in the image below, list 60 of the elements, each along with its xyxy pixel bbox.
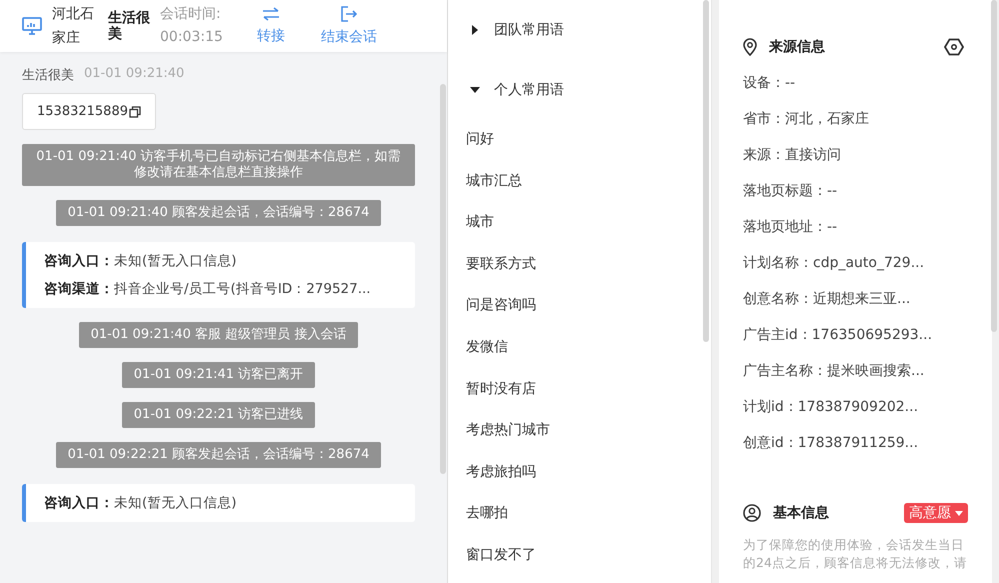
phrase-item[interactable]: 考虑旅拍吗 [466,452,693,494]
system-notice: 01-01 09:22:21 访客已进线 [122,402,316,428]
info-value: 未知(暂无入口信息) [114,495,237,511]
notice-text: 为了保障您的使用体验，会话发生当日的24点之后，顾客信息将无法修改，请 [743,536,968,572]
caret-icon [955,510,963,516]
exit-icon [340,6,357,22]
phrase-item[interactable]: 要联系方式 [466,244,693,286]
system-notice: 01-01 09:21:41 访客已离开 [122,362,316,388]
system-notice: 01-01 09:21:40 客服 超级管理员 接入会话 [78,322,358,348]
phrase-item[interactable]: 城市 [466,202,693,244]
source-field: 计划id：178387909202... [743,396,968,432]
info-label: 咨询入口： [44,253,114,269]
session-time-label: 会话时间: [160,5,222,24]
settings-icon[interactable] [944,38,964,56]
source-field: 来源：直接访问 [743,144,968,180]
user-icon [743,504,761,522]
phrase-item[interactable]: 发微信 [466,326,693,369]
source-field: 落地页地址：-- [743,216,968,252]
section-title: 基本信息 [773,504,829,522]
phrase-item[interactable]: 城市汇总 [466,160,693,202]
visitor-location: 河北石家庄 [52,5,94,48]
caret-icon [470,84,480,94]
source-field: 创意id：178387911259... [743,432,968,468]
intent-tag[interactable]: 高意愿 [904,503,968,523]
phrase-item[interactable]: 窗口发不了 [466,534,693,577]
system-notice: 01-01 09:22:21 顾客发起会话，会话编号：28674 [56,442,382,468]
section-title: 来源信息 [769,38,825,56]
system-notice: 01-01 09:21:40 顾客发起会话，会话编号：28674 [56,200,382,226]
source-field: 落地页标题：-- [743,180,968,216]
scrollbar[interactable] [991,0,997,332]
monitor-icon [22,17,42,35]
message-time: 01-01 09:21:40 [84,66,184,83]
phrase-item[interactable]: 考虑热门城市 [466,410,693,452]
system-notice: 01-01 09:21:40 访客手机号已自动标记右侧基本信息栏，如需修改请在基本信息栏直接操作 [22,144,415,186]
copy-icon[interactable] [128,106,141,118]
phrase-item[interactable]: 问是咨询吗 [466,285,693,327]
phrase-item[interactable]: 暂时没有店 [466,368,693,410]
info-value: 抖音企业号/员工号(抖音号ID：279527... [114,281,371,297]
location-pin-icon [743,38,757,56]
phrase-item[interactable]: 问好 [466,119,693,161]
session-time-value: 00:03:15 [160,28,223,47]
caret-icon [470,25,480,35]
swap-arrows-icon [262,7,280,21]
message-bubble: 15383215889 [22,93,156,130]
source-field: 创意名称：近期想来三亚... [743,288,968,324]
source-field: 广告主名称：提米映画搜索... [743,360,968,396]
source-field: 省市：河北，石家庄 [743,108,968,144]
info-value: 未知(暂无入口信息) [114,253,237,269]
visitor-name: 生活很美 [108,10,150,42]
source-field: 设备：-- [743,72,968,108]
scrollbar[interactable] [703,0,709,342]
source-field: 广告主id：176350695293... [743,324,968,360]
phrase-group[interactable]: 团队常用语 [470,0,693,60]
sender-name: 生活很美 [22,67,74,84]
source-field: 计划名称：cdp_auto_729... [743,252,968,288]
phrase-item[interactable]: 去哪拍 [466,493,693,535]
phrase-group[interactable]: 个人常用语 [470,60,693,119]
info-label: 咨询入口： [44,495,114,511]
info-label: 咨询渠道： [44,281,114,297]
scrollbar[interactable] [440,84,446,474]
